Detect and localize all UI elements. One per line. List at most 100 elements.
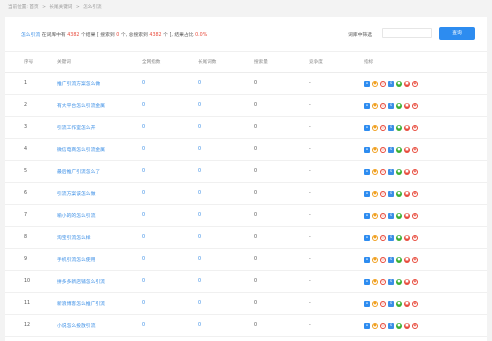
sogou-icon[interactable]: S: [388, 168, 394, 175]
longtail-value[interactable]: 0: [198, 257, 201, 262]
weibo-icon[interactable]: ◉: [412, 124, 418, 131]
wechat-icon[interactable]: ●: [396, 124, 402, 131]
longtail-value[interactable]: 0: [198, 279, 201, 284]
sogou-icon[interactable]: S: [388, 124, 394, 131]
wechat-icon[interactable]: ●: [396, 146, 402, 153]
home-icon[interactable]: ⌂: [364, 212, 370, 219]
longtail-value[interactable]: 0: [198, 125, 201, 130]
stop-icon[interactable]: ■: [404, 168, 410, 175]
baidu-icon[interactable]: ●: [372, 234, 378, 241]
360-icon[interactable]: ◎: [380, 80, 386, 87]
index-value[interactable]: 0: [142, 81, 145, 86]
360-icon[interactable]: ◎: [380, 102, 386, 109]
keyword-link[interactable]: 手机引流怎么使用: [57, 258, 95, 263]
longtail-value[interactable]: 0: [198, 235, 201, 240]
360-icon[interactable]: ◎: [380, 190, 386, 197]
longtail-value[interactable]: 0: [198, 301, 201, 306]
index-value[interactable]: 0: [142, 235, 145, 240]
home-icon[interactable]: ⌂: [364, 256, 370, 263]
weibo-icon[interactable]: ◉: [412, 146, 418, 153]
baidu-icon[interactable]: ●: [372, 124, 378, 131]
baidu-icon[interactable]: ●: [372, 146, 378, 153]
longtail-value[interactable]: 0: [198, 147, 201, 152]
query-button[interactable]: 查询: [439, 27, 475, 40]
weibo-icon[interactable]: ◉: [412, 212, 418, 219]
weibo-icon[interactable]: ◉: [412, 190, 418, 197]
home-icon[interactable]: ⌂: [364, 190, 370, 197]
stop-icon[interactable]: ■: [404, 256, 410, 263]
index-value[interactable]: 0: [142, 279, 145, 284]
wechat-icon[interactable]: ●: [396, 80, 402, 87]
index-value[interactable]: 0: [142, 323, 145, 328]
360-icon[interactable]: ◎: [380, 212, 386, 219]
keyword-link[interactable]: 有大平台怎么引流金属: [57, 104, 105, 109]
sogou-icon[interactable]: S: [388, 146, 394, 153]
360-icon[interactable]: ◎: [380, 234, 386, 241]
weibo-icon[interactable]: ◉: [412, 80, 418, 87]
sogou-icon[interactable]: S: [388, 234, 394, 241]
home-icon[interactable]: ⌂: [364, 322, 370, 329]
index-value[interactable]: 0: [142, 147, 145, 152]
sogou-icon[interactable]: S: [388, 190, 394, 197]
home-icon[interactable]: ⌂: [364, 124, 370, 131]
360-icon[interactable]: ◎: [380, 168, 386, 175]
360-icon[interactable]: ◎: [380, 300, 386, 307]
keyword-link[interactable]: 引流工作室怎么开: [57, 126, 95, 131]
sogou-icon[interactable]: S: [388, 80, 394, 87]
longtail-value[interactable]: 0: [198, 323, 201, 328]
index-value[interactable]: 0: [142, 257, 145, 262]
wechat-icon[interactable]: ●: [396, 256, 402, 263]
longtail-value[interactable]: 0: [198, 169, 201, 174]
breadcrumb-item-home[interactable]: 首页: [29, 5, 38, 10]
360-icon[interactable]: ◎: [380, 278, 386, 285]
home-icon[interactable]: ⌂: [364, 146, 370, 153]
360-icon[interactable]: ◎: [380, 256, 386, 263]
index-value[interactable]: 0: [142, 169, 145, 174]
baidu-icon[interactable]: ●: [372, 212, 378, 219]
weibo-icon[interactable]: ◉: [412, 300, 418, 307]
longtail-value[interactable]: 0: [198, 103, 201, 108]
keyword-link[interactable]: 淘宝引流怎么样: [57, 236, 91, 241]
weibo-icon[interactable]: ◉: [412, 168, 418, 175]
weibo-icon[interactable]: ◉: [412, 278, 418, 285]
wechat-icon[interactable]: ●: [396, 102, 402, 109]
home-icon[interactable]: ⌂: [364, 102, 370, 109]
stop-icon[interactable]: ■: [404, 212, 410, 219]
sogou-icon[interactable]: S: [388, 256, 394, 263]
stop-icon[interactable]: ■: [404, 102, 410, 109]
keyword-link[interactable]: 小说怎么投放引流: [57, 324, 95, 329]
index-value[interactable]: 0: [142, 191, 145, 196]
longtail-value[interactable]: 0: [198, 213, 201, 218]
weibo-icon[interactable]: ◉: [412, 102, 418, 109]
sogou-icon[interactable]: S: [388, 300, 394, 307]
home-icon[interactable]: ⌂: [364, 234, 370, 241]
longtail-value[interactable]: 0: [198, 81, 201, 86]
weibo-icon[interactable]: ◉: [412, 234, 418, 241]
index-value[interactable]: 0: [142, 103, 145, 108]
stop-icon[interactable]: ■: [404, 124, 410, 131]
keyword-link[interactable]: 拼多多新店铺怎么引流: [57, 280, 105, 285]
index-value[interactable]: 0: [142, 213, 145, 218]
keyword-link[interactable]: 最后推广引流怎么了: [57, 170, 100, 175]
360-icon[interactable]: ◎: [380, 322, 386, 329]
stop-icon[interactable]: ■: [404, 322, 410, 329]
keyword-link[interactable]: 喻小的的怎么引流: [57, 214, 95, 219]
weibo-icon[interactable]: ◉: [412, 322, 418, 329]
baidu-icon[interactable]: ●: [372, 322, 378, 329]
sogou-icon[interactable]: S: [388, 278, 394, 285]
filter-input[interactable]: [382, 28, 432, 38]
sogou-icon[interactable]: S: [388, 102, 394, 109]
baidu-icon[interactable]: ●: [372, 190, 378, 197]
index-value[interactable]: 0: [142, 125, 145, 130]
wechat-icon[interactable]: ●: [396, 190, 402, 197]
wechat-icon[interactable]: ●: [396, 168, 402, 175]
sogou-icon[interactable]: S: [388, 212, 394, 219]
keyword-link[interactable]: 推广引流方案怎么做: [57, 82, 100, 87]
wechat-icon[interactable]: ●: [396, 322, 402, 329]
wechat-icon[interactable]: ●: [396, 278, 402, 285]
wechat-icon[interactable]: ●: [396, 300, 402, 307]
baidu-icon[interactable]: ●: [372, 278, 378, 285]
360-icon[interactable]: ◎: [380, 124, 386, 131]
baidu-icon[interactable]: ●: [372, 80, 378, 87]
breadcrumb-item-longtail[interactable]: 长尾关键词: [49, 5, 72, 10]
